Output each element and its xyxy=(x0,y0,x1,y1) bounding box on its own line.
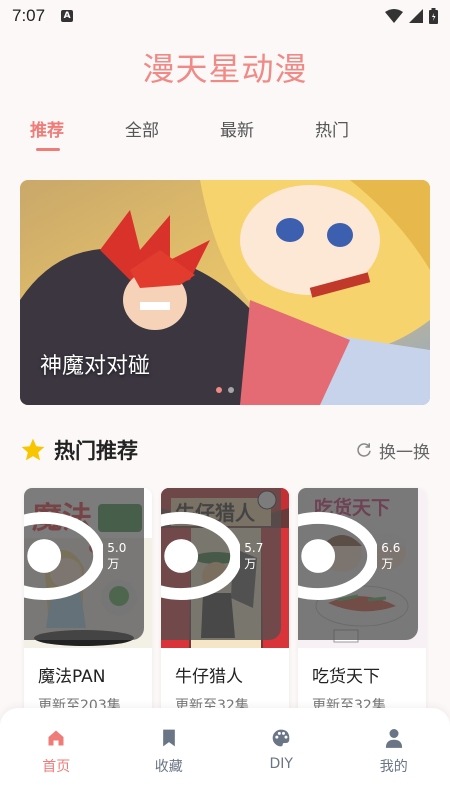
notification-icon: A xyxy=(61,10,74,22)
bottom-nav: 首页 收藏 DIY 我的 xyxy=(0,708,450,800)
view-count-badge: 5.0万 xyxy=(24,488,144,640)
nav-favorites[interactable]: 收藏 xyxy=(129,728,209,800)
tab-latest[interactable]: 最新 xyxy=(220,116,315,151)
refresh-button[interactable]: 换一换 xyxy=(355,438,430,463)
tab-recommended[interactable]: 推荐 xyxy=(30,116,125,151)
nav-label: 收藏 xyxy=(154,759,183,775)
user-icon xyxy=(385,729,402,748)
comic-title: 吃货天下 xyxy=(312,667,380,687)
banner-indicator xyxy=(20,387,430,393)
battery-icon xyxy=(429,8,438,24)
comic-title: 魔法PAN xyxy=(38,667,106,687)
view-count: 5.0万 xyxy=(107,540,127,571)
comic-list: 魔法 5.0万 魔法PAN 更新至203集 牛 xyxy=(24,488,426,728)
comic-cover: 牛仔猎人 5.7万 xyxy=(161,488,289,648)
comic-card[interactable]: 魔法 5.0万 魔法PAN 更新至203集 xyxy=(24,488,152,728)
comic-card[interactable]: 牛仔猎人 5.7万 牛仔猎人 更新至32集 xyxy=(161,488,289,728)
comic-title: 牛仔猎人 xyxy=(175,667,243,687)
view-count: 5.7万 xyxy=(244,540,264,571)
app-title: 漫天星动漫 xyxy=(142,50,308,88)
home-icon xyxy=(48,730,64,746)
nav-diy[interactable]: DIY xyxy=(241,728,321,800)
signal-icon xyxy=(409,9,423,23)
section-title: 热门推荐 xyxy=(54,439,138,463)
nav-label: 我的 xyxy=(379,759,408,775)
view-count-badge: 6.6万 xyxy=(298,488,418,640)
nav-profile[interactable]: 我的 xyxy=(354,728,434,800)
refresh-icon xyxy=(357,443,371,457)
view-count: 6.6万 xyxy=(381,540,401,571)
eye-icon xyxy=(161,512,241,600)
banner-dot xyxy=(228,387,234,393)
wifi-icon xyxy=(385,9,403,23)
status-icons xyxy=(385,8,438,24)
palette-icon xyxy=(272,729,290,747)
eye-icon xyxy=(298,512,378,600)
tab-all[interactable]: 全部 xyxy=(125,116,220,151)
nav-label: DIY xyxy=(269,756,293,772)
refresh-label: 换一换 xyxy=(379,442,430,463)
nav-label: 首页 xyxy=(42,759,71,775)
comic-cover: 魔法 5.0万 xyxy=(24,488,152,648)
section-header: 热门推荐 换一换 xyxy=(20,432,430,468)
eye-icon xyxy=(24,512,104,600)
status-bar: 7:07 A xyxy=(0,0,450,32)
bookmark-icon xyxy=(162,729,175,747)
tab-hot[interactable]: 热门 xyxy=(315,116,410,151)
nav-home[interactable]: 首页 xyxy=(16,728,96,800)
comic-cover: 吃货天下 6.6万 xyxy=(298,488,426,648)
star-icon xyxy=(21,438,45,461)
status-time: 7:07 xyxy=(12,6,46,25)
banner-dot xyxy=(216,387,222,393)
view-count-badge: 5.7万 xyxy=(161,488,281,640)
category-tabs: 推荐 全部 最新 热门 xyxy=(30,116,410,151)
comic-card[interactable]: 吃货天下 6.6万 吃货天下 更新至32集 xyxy=(298,488,426,728)
banner-carousel[interactable]: 神魔对对碰 xyxy=(20,180,430,405)
banner-caption: 神魔对对碰 xyxy=(40,354,151,379)
